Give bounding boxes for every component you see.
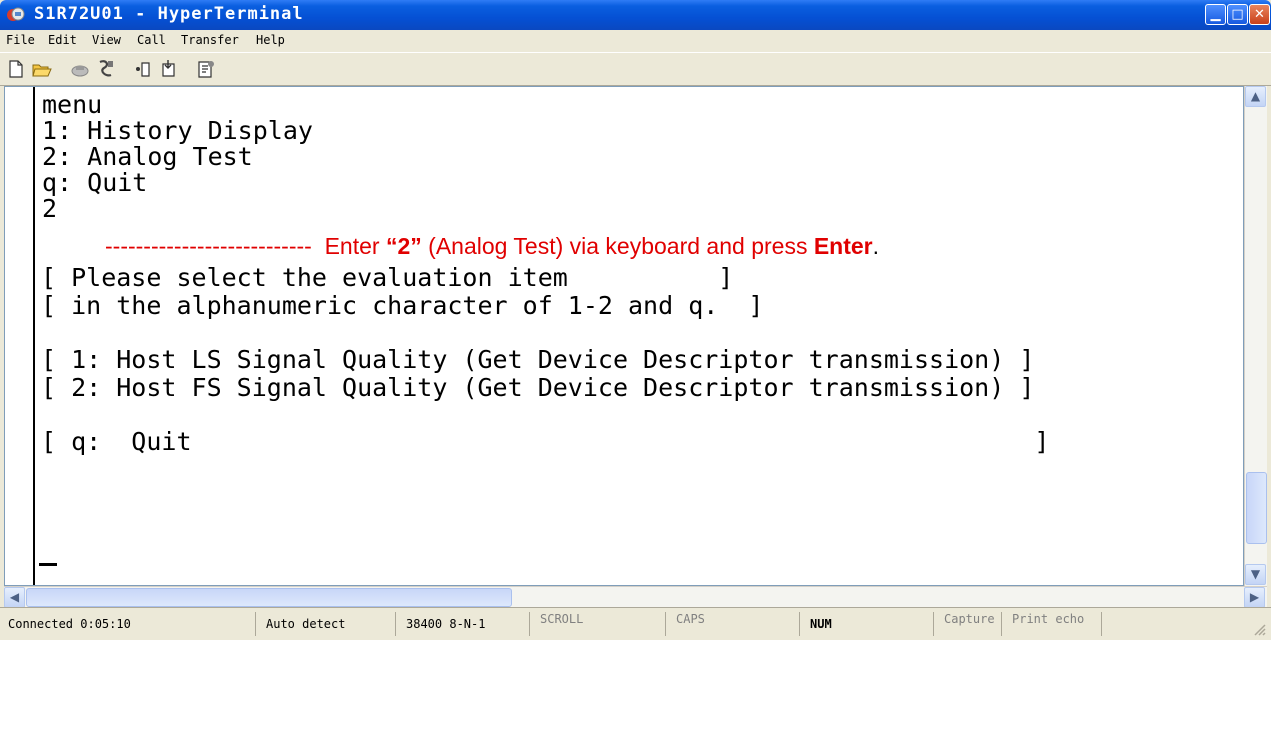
send-icon[interactable] bbox=[134, 59, 154, 79]
annotation-period: . bbox=[872, 233, 880, 259]
quit-line: [ q: Quit ] bbox=[41, 427, 1050, 456]
status-bar: Connected 0:05:10 Auto detect 38400 8-N-… bbox=[0, 607, 1271, 641]
resize-grip-icon[interactable] bbox=[1252, 622, 1266, 636]
disconnect-icon[interactable] bbox=[96, 59, 116, 79]
status-detect: Auto detect bbox=[260, 612, 396, 636]
maximize-button[interactable]: □ bbox=[1227, 4, 1248, 25]
terminal-line-menu: menu bbox=[42, 90, 103, 119]
chevron-down-icon: ▼ bbox=[1250, 567, 1261, 581]
chevron-right-icon: ▶ bbox=[1249, 590, 1260, 604]
annotation-quoted: “2” bbox=[385, 233, 422, 259]
receive-icon[interactable] bbox=[160, 59, 180, 79]
annotation-enter: Enter bbox=[813, 233, 873, 259]
vertical-scrollbar[interactable]: ▲ ▼ bbox=[1244, 86, 1267, 586]
status-caps: CAPS bbox=[670, 612, 800, 636]
annotation-text-a: Enter bbox=[311, 233, 386, 259]
item-line-2: [ 2: Host FS Signal Quality (Get Device … bbox=[41, 373, 1035, 402]
terminal-line-input: 2 bbox=[42, 194, 58, 223]
chevron-up-icon: ▲ bbox=[1250, 89, 1261, 103]
toolbar bbox=[0, 52, 1271, 86]
minimize-button[interactable]: ▁ bbox=[1205, 4, 1226, 25]
scroll-left-button[interactable]: ◀ bbox=[4, 587, 25, 608]
menu-edit[interactable]: Edit bbox=[48, 33, 77, 47]
terminal-line-history: 1: History Display bbox=[42, 116, 313, 145]
menu-transfer[interactable]: Transfer bbox=[181, 33, 239, 47]
title-bar[interactable]: S1R72U01 - HyperTerminal ▁ □ ✕ bbox=[0, 0, 1271, 30]
close-button[interactable]: ✕ bbox=[1249, 4, 1270, 25]
horizontal-scrollbar[interactable]: ◀ ▶ bbox=[4, 586, 1267, 608]
text-cursor bbox=[39, 563, 57, 566]
close-icon: ✕ bbox=[1254, 7, 1265, 22]
menu-view[interactable]: View bbox=[92, 33, 121, 47]
hyperterminal-app-icon bbox=[7, 7, 25, 21]
menu-bar: File Edit View Call Transfer Help bbox=[0, 30, 1271, 52]
scroll-down-button[interactable]: ▼ bbox=[1245, 564, 1266, 585]
terminal-left-margin bbox=[33, 87, 35, 585]
annotation-dashes: --------------------------- bbox=[105, 233, 312, 259]
horizontal-scroll-thumb[interactable] bbox=[26, 588, 512, 607]
page-background bbox=[0, 640, 1271, 740]
terminal-screen[interactable]: menu 1: History Display 2: Analog Test q… bbox=[4, 86, 1244, 586]
status-num: NUM bbox=[804, 612, 934, 636]
status-scroll: SCROLL bbox=[534, 612, 666, 636]
vertical-scroll-thumb[interactable] bbox=[1246, 472, 1267, 544]
properties-icon[interactable] bbox=[196, 59, 216, 79]
terminal-line-analog: 2: Analog Test bbox=[42, 142, 253, 171]
item-line-1: [ 1: Host LS Signal Quality (Get Device … bbox=[41, 345, 1035, 374]
prompt-line-2: [ in the alphanumeric character of 1-2 a… bbox=[41, 291, 764, 320]
maximize-icon: □ bbox=[1231, 7, 1244, 22]
minimize-icon: ▁ bbox=[1210, 7, 1221, 22]
new-document-icon[interactable] bbox=[6, 59, 26, 79]
terminal-line-quit: q: Quit bbox=[42, 168, 148, 197]
open-folder-icon[interactable] bbox=[32, 59, 52, 79]
prompt-line-1: [ Please select the evaluation item ] bbox=[41, 263, 734, 292]
status-connected: Connected 0:05:10 bbox=[2, 612, 256, 636]
status-capture: Capture bbox=[938, 612, 1002, 636]
status-print-echo: Print echo bbox=[1006, 612, 1102, 636]
menu-call[interactable]: Call bbox=[137, 33, 166, 47]
instruction-annotation: --------------------------- Enter “2” (A… bbox=[105, 233, 879, 260]
connect-phone-icon[interactable] bbox=[70, 59, 90, 79]
window-title: S1R72U01 - HyperTerminal bbox=[34, 4, 304, 24]
menu-file[interactable]: File bbox=[6, 33, 35, 47]
hyperterminal-window: S1R72U01 - HyperTerminal ▁ □ ✕ File Edit… bbox=[0, 0, 1271, 740]
scroll-up-button[interactable]: ▲ bbox=[1245, 86, 1266, 107]
menu-help[interactable]: Help bbox=[256, 33, 285, 47]
scroll-right-button[interactable]: ▶ bbox=[1244, 587, 1265, 608]
chevron-left-icon: ◀ bbox=[9, 590, 20, 604]
annotation-text-b: (Analog Test) via keyboard and press bbox=[421, 233, 814, 259]
status-port-settings: 38400 8-N-1 bbox=[400, 612, 530, 636]
